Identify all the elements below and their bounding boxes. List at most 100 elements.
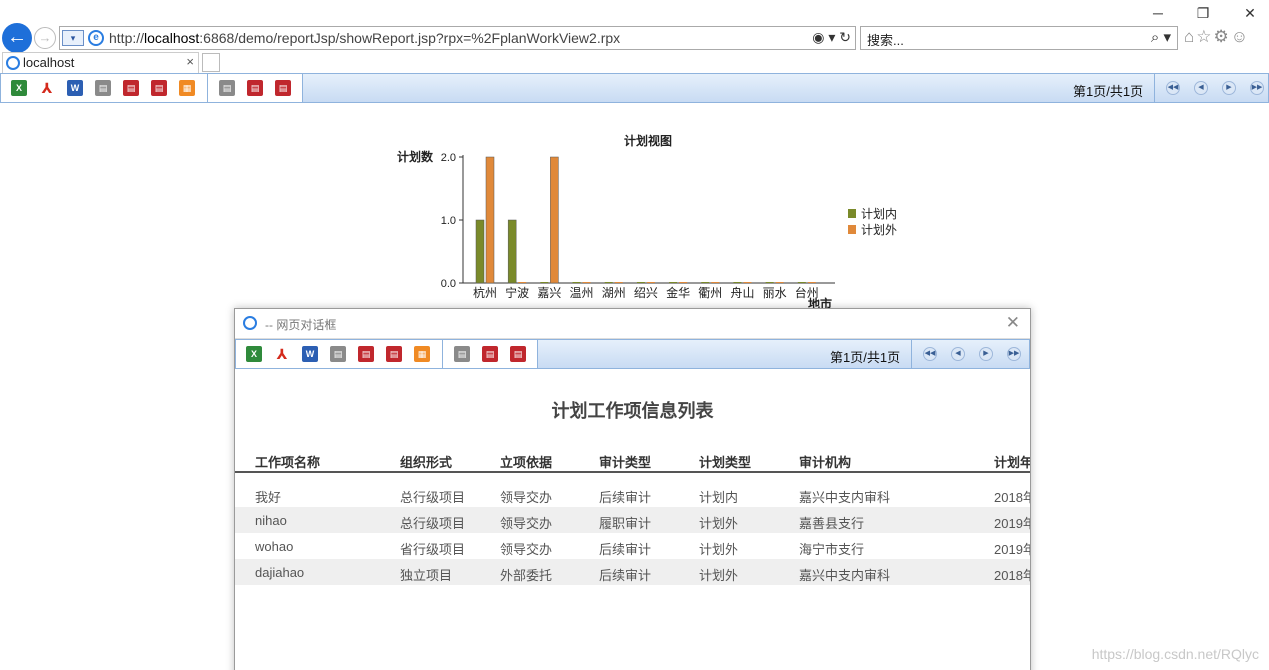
pdf-export-icon[interactable]: ⅄ xyxy=(39,80,55,96)
prev-page-icon[interactable]: ◀ xyxy=(951,347,965,361)
table-cell: 海宁市支行 xyxy=(799,542,865,557)
bar xyxy=(711,282,720,283)
dialog-report-toolbar: X ⅄ W ▤ ▤ ▤ ▦ ▤ ▤ ▤ 第1页/共1页 ◀◀ ◀ ▶ ▶▶ xyxy=(235,339,1030,369)
word-export-icon[interactable]: W xyxy=(67,80,83,96)
flash-pdf-icon[interactable]: ▤ xyxy=(482,346,498,362)
toolbar-button-group: X ⅄ W ▤ ▤ ▤ ▦ ▤ ▤ ▤ xyxy=(236,340,538,368)
last-page-icon[interactable]: ▶▶ xyxy=(1250,81,1264,95)
bar xyxy=(550,156,559,284)
table-row[interactable]: dajiahao 独立项目 外部委托 后续审计 计划外 嘉兴中支内审科 2018… xyxy=(235,559,1030,585)
x-tick-label: 舟山 xyxy=(730,286,754,300)
table-row[interactable]: wohao 省行级项目 领导交办 后续审计 计划外 海宁市支行 2019年 xyxy=(235,533,1030,559)
bar xyxy=(775,282,784,283)
print-pdf-icon-2[interactable]: ▤ xyxy=(151,80,167,96)
print-icon[interactable]: ▤ xyxy=(95,80,111,96)
table-cell: 2018年 xyxy=(994,568,1030,583)
legend-label: 计划外 xyxy=(861,223,897,237)
word-export-icon[interactable]: W xyxy=(302,346,318,362)
print-pdf-icon-2[interactable]: ▤ xyxy=(386,346,402,362)
flash-print-icon[interactable]: ▤ xyxy=(454,346,470,362)
refresh-icon[interactable]: ◉ ▾ ↻ xyxy=(812,29,851,46)
toolbar-separator xyxy=(911,340,912,368)
address-bar[interactable]: ▾ e http://localhost:6868/demo/reportJsp… xyxy=(59,26,856,50)
watermark: https://blog.csdn.net/RQlyc xyxy=(1091,646,1259,662)
column-header[interactable]: 审计类型 xyxy=(599,452,651,471)
tab-localhost[interactable]: localhost × xyxy=(2,52,199,73)
forward-button[interactable]: → xyxy=(34,27,56,49)
column-header[interactable]: 审计机构 xyxy=(799,452,851,471)
flash-pdf-icon[interactable]: ▤ xyxy=(247,80,263,96)
back-button[interactable]: ← xyxy=(2,23,32,53)
print-pdf-icon[interactable]: ▤ xyxy=(123,80,139,96)
image-export-icon[interactable]: ▦ xyxy=(414,346,430,362)
search-input[interactable]: 搜索... ⌕ ▾ xyxy=(860,26,1178,50)
next-page-icon[interactable]: ▶ xyxy=(979,347,993,361)
flash-pdf-icon-2[interactable]: ▤ xyxy=(275,80,291,96)
table-cell: 计划内 xyxy=(699,490,739,505)
x-tick-label: 丽水 xyxy=(763,286,787,300)
browser-tool-icons[interactable]: ⌂☆⚙☺ xyxy=(1184,27,1250,47)
close-tab-icon[interactable]: × xyxy=(186,54,194,69)
last-page-icon[interactable]: ▶▶ xyxy=(1007,347,1021,361)
bar xyxy=(669,282,678,283)
x-tick-label: 杭州 xyxy=(473,285,497,300)
table-cell: nihao xyxy=(255,513,287,528)
table-cell: dajiahao xyxy=(255,565,305,580)
table-cell: 后续审计 xyxy=(599,568,652,583)
bar xyxy=(701,282,710,283)
column-header[interactable]: 计划类型 xyxy=(699,452,751,471)
table-cell: 领导交办 xyxy=(500,490,553,505)
toolbar-separator xyxy=(207,74,208,102)
legend-swatch xyxy=(848,225,856,234)
close-window-button[interactable]: ✕ xyxy=(1240,4,1260,22)
bar xyxy=(733,282,742,283)
print-icon[interactable]: ▤ xyxy=(330,346,346,362)
y-tick-label: 2.0 xyxy=(441,152,456,164)
y-tick-label: 1.0 xyxy=(441,215,456,227)
address-url[interactable]: http://localhost:6868/demo/reportJsp/sho… xyxy=(109,30,620,46)
ie-page-icon: e xyxy=(88,30,104,46)
new-tab-button[interactable] xyxy=(202,53,220,72)
table-cell: 省行级项目 xyxy=(400,542,466,557)
restore-button[interactable]: ❐ xyxy=(1193,4,1213,22)
bar xyxy=(518,282,527,283)
first-page-icon[interactable]: ◀◀ xyxy=(923,347,937,361)
webpage-dialog: -- 网页对话框 ✕ X ⅄ W ▤ ▤ ▤ ▦ ▤ ▤ ▤ 第1页/共1页 ◀… xyxy=(234,308,1031,670)
table-cell: 嘉善县支行 xyxy=(799,516,865,531)
table-cell: 嘉兴中支内审科 xyxy=(799,490,891,505)
legend-swatch xyxy=(848,209,856,218)
flash-pdf-icon-2[interactable]: ▤ xyxy=(510,346,526,362)
prev-page-icon[interactable]: ◀ xyxy=(1194,81,1208,95)
ie-dialog-icon xyxy=(243,316,257,330)
column-header[interactable]: 立项依据 xyxy=(500,452,552,471)
compat-view-icon[interactable]: ▾ xyxy=(62,30,84,46)
pdf-export-icon[interactable]: ⅄ xyxy=(274,346,290,362)
ie-tab-icon xyxy=(6,56,20,70)
print-pdf-icon[interactable]: ▤ xyxy=(358,346,374,362)
table-cell: 计划外 xyxy=(699,568,739,583)
table-cell: 我好 xyxy=(255,490,282,505)
window-titlebar: ─ ❐ ✕ xyxy=(0,0,1269,24)
flash-print-icon[interactable]: ▤ xyxy=(219,80,235,96)
minimize-button[interactable]: ─ xyxy=(1148,4,1168,22)
excel-export-icon[interactable]: X xyxy=(11,80,27,96)
dialog-close-button[interactable]: ✕ xyxy=(1006,313,1020,333)
y-axis-label: 计划数 xyxy=(397,149,434,164)
excel-export-icon[interactable]: X xyxy=(246,346,262,362)
column-header[interactable]: 组织形式 xyxy=(400,452,452,471)
first-page-icon[interactable]: ◀◀ xyxy=(1166,81,1180,95)
table-row[interactable]: 我好 总行级项目 领导交办 后续审计 计划内 嘉兴中支内审科 2018年 xyxy=(235,481,1030,507)
toolbar-separator xyxy=(442,340,443,368)
column-header[interactable]: 工作项名称 xyxy=(255,452,320,471)
bar xyxy=(540,282,549,283)
report-toolbar: X ⅄ W ▤ ▤ ▤ ▦ ▤ ▤ ▤ 第1页/共1页 ◀◀ ◀ ▶ ▶▶ xyxy=(0,73,1269,103)
search-icon[interactable]: ⌕ ▾ xyxy=(1151,28,1171,46)
bar xyxy=(572,282,581,283)
column-header[interactable]: 计划年度 xyxy=(994,452,1030,471)
x-tick-label: 金华 xyxy=(666,285,690,300)
image-export-icon[interactable]: ▦ xyxy=(179,80,195,96)
x-tick-label: 嘉兴 xyxy=(537,286,561,300)
table-row[interactable]: nihao 总行级项目 领导交办 履职审计 计划外 嘉善县支行 2019年 xyxy=(235,507,1030,533)
tab-row: localhost × xyxy=(0,52,1269,74)
next-page-icon[interactable]: ▶ xyxy=(1222,81,1236,95)
